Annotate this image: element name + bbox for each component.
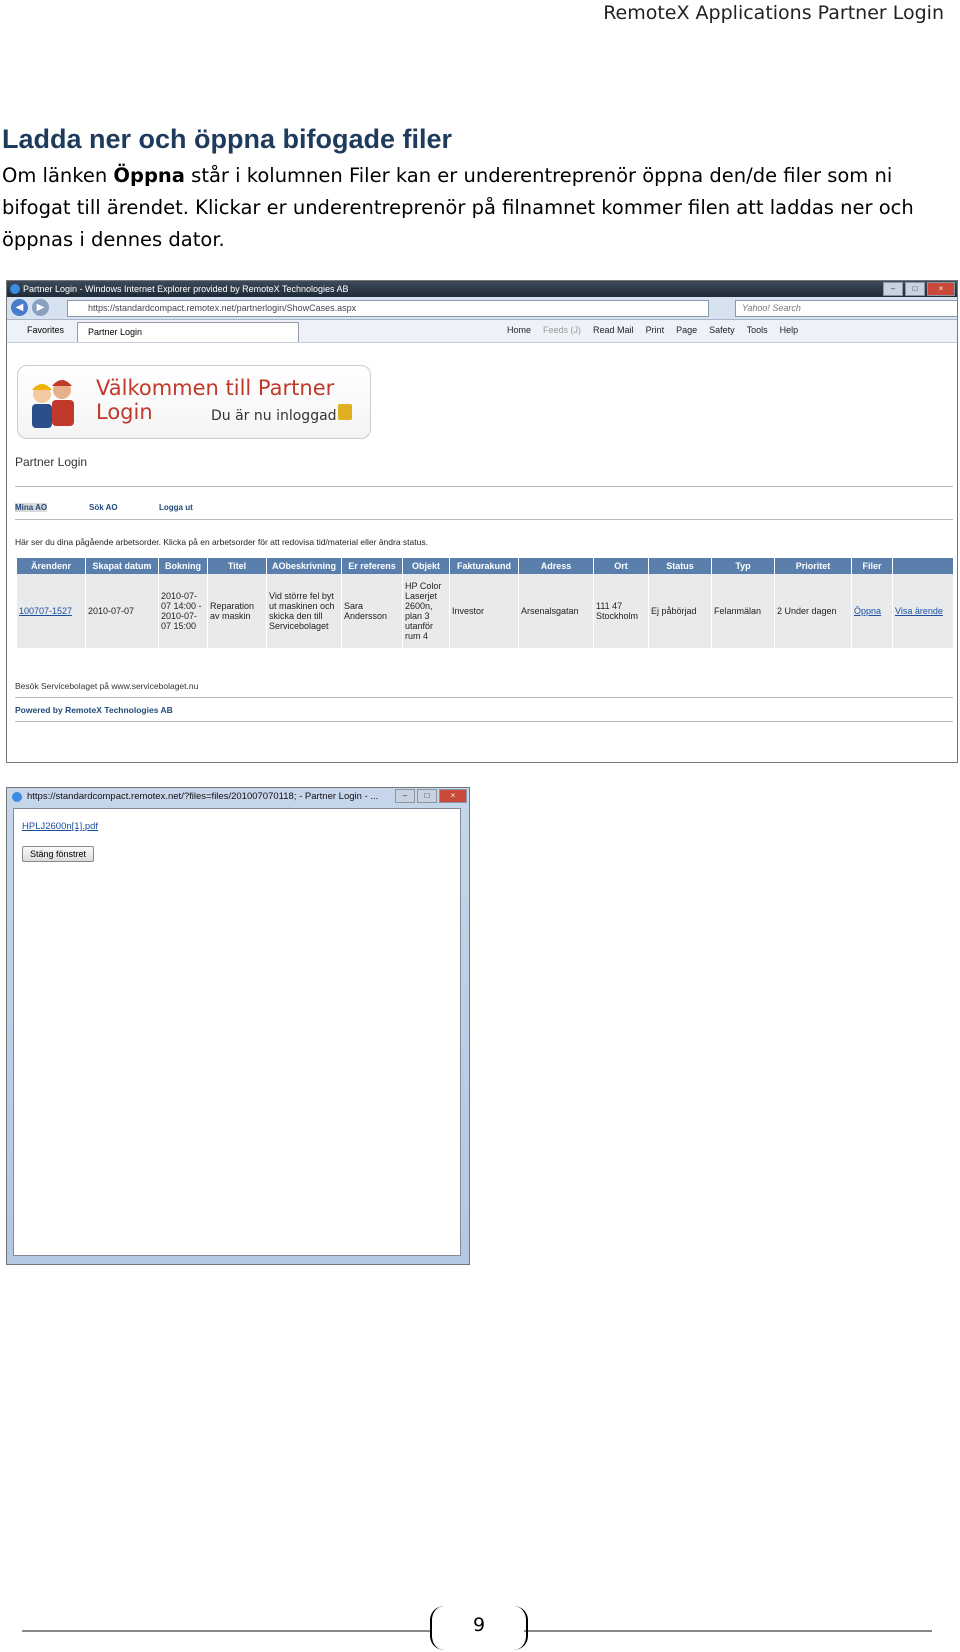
minimize-icon[interactable]: – (395, 789, 415, 803)
table-row[interactable]: 100707-1527 2010-07-07 2010-07-07 14:00 … (17, 574, 954, 648)
status-cell: Ej påbörjad (648, 574, 712, 648)
column-header: Skapat datum (85, 558, 159, 574)
close-icon[interactable]: × (927, 282, 955, 296)
object-cell: HP Color Laserjet 2600n, plan 3 utanför … (402, 574, 450, 648)
toolbar-read-mail[interactable]: Read Mail (593, 325, 634, 335)
ie-logo-icon (10, 284, 20, 294)
tab-partner-login[interactable]: Partner Login (77, 322, 299, 342)
maximize-icon[interactable]: □ (417, 789, 437, 803)
web-page-content: Välkommen till Partner Login Du är nu in… (7, 343, 957, 762)
column-header: Typ (711, 558, 775, 574)
city-cell: 111 47 Stockholm (593, 574, 649, 648)
column-header: AObeskrivning (266, 558, 342, 574)
section-heading: Ladda ner och öppna bifogade filer (2, 124, 453, 154)
case-number-link[interactable]: 100707-1527 (19, 606, 72, 616)
toolbar-safety[interactable]: Safety (709, 325, 735, 335)
workers-icon (32, 380, 74, 428)
column-header: Ort (593, 558, 649, 574)
visit-footer: Besök Servicebolaget på www.servicebolag… (15, 681, 199, 691)
popup-content: HPLJ2600n[1].pdf Stäng fönstret (13, 808, 461, 1256)
work-order-table: Ärendenr Skapat datum Bokning Titel AObe… (17, 558, 954, 648)
toolbar-tools[interactable]: Tools (747, 325, 768, 335)
reference-cell: Sara Andersson (341, 574, 403, 648)
welcome-banner: Välkommen till Partner Login Du är nu in… (17, 365, 371, 439)
command-bar: Home Feeds (J) Read Mail Print Page Safe… (507, 325, 798, 335)
address-bar-row: ◀ ▶ https://standardcompact.remotex.net/… (7, 297, 957, 320)
toolbar-help[interactable]: Help (780, 325, 799, 335)
column-header: Filer (851, 558, 893, 574)
title-cell: Reparation av maskin (207, 574, 267, 648)
page-number: 9 (472, 1614, 486, 1636)
back-arrow-icon[interactable]: ◀ (11, 299, 28, 316)
window-controls: – □ × (395, 789, 467, 803)
logged-in-text: Du är nu inloggad (211, 408, 337, 424)
paragraph-text-start: Om länken (2, 164, 114, 187)
created-cell: 2010-07-07 (85, 574, 159, 648)
document-header: RemoteX Applications Partner Login (603, 2, 944, 24)
favorites-button[interactable]: Favorites (27, 325, 64, 335)
address-cell: Arsenalsgatan (518, 574, 594, 648)
type-cell: Felanmälan (711, 574, 775, 648)
column-header (892, 558, 954, 574)
body-paragraph: Om länken Öppna står i kolumnen Filer ka… (2, 160, 942, 256)
file-popup-window: https://standardcompact.remotex.net/?fil… (6, 787, 470, 1265)
browser-window-screenshot: Partner Login - Windows Internet Explore… (6, 280, 958, 763)
page-subtitle: Partner Login (15, 455, 88, 469)
menu-search-orders[interactable]: Sök AO (89, 503, 118, 512)
pdf-file-link[interactable]: HPLJ2600n[1].pdf (22, 821, 98, 832)
menu-logout[interactable]: Logga ut (159, 503, 193, 512)
divider (15, 721, 953, 722)
divider (15, 519, 953, 520)
priority-cell: 2 Under dagen (774, 574, 852, 648)
column-header: Fakturakund (449, 558, 519, 574)
maximize-icon[interactable]: □ (905, 282, 925, 296)
popup-title-bar: https://standardcompact.remotex.net/?fil… (7, 788, 469, 806)
forward-arrow-icon[interactable]: ▶ (32, 299, 49, 316)
footer-rule-left (22, 1630, 430, 1632)
paragraph-bold-word: Öppna (113, 164, 185, 187)
browser-title-bar: Partner Login - Windows Internet Explore… (7, 281, 957, 297)
close-icon[interactable]: × (439, 789, 467, 803)
column-header: Prioritet (774, 558, 852, 574)
column-header: Er referens (341, 558, 403, 574)
browser-title: Partner Login - Windows Internet Explore… (23, 284, 349, 294)
footer-rule-right (524, 1630, 932, 1632)
column-header: Titel (207, 558, 267, 574)
open-files-link[interactable]: Öppna (854, 606, 881, 616)
divider (15, 486, 953, 487)
column-header: Ärendenr (17, 558, 86, 574)
column-header: Bokning (158, 558, 208, 574)
close-window-button[interactable]: Stäng fönstret (22, 846, 94, 862)
info-text: Här ser du dina pågående arbetsorder. Kl… (15, 537, 428, 547)
column-header: Objekt (402, 558, 450, 574)
table-header-row: Ärendenr Skapat datum Bokning Titel AObe… (17, 558, 954, 574)
column-header: Status (648, 558, 712, 574)
address-input[interactable]: https://standardcompact.remotex.net/part… (67, 300, 709, 317)
description-cell: Vid större fel byt ut maskinen och skick… (266, 574, 342, 648)
powered-by-footer: Powered by RemoteX Technologies AB (15, 705, 173, 715)
divider (15, 697, 953, 698)
popup-title: https://standardcompact.remotex.net/?fil… (27, 791, 379, 802)
lock-icon (338, 404, 352, 420)
window-controls: – □ × (883, 282, 955, 296)
view-case-link[interactable]: Visa ärende (895, 606, 943, 616)
column-header: Adress (518, 558, 594, 574)
toolbar-print[interactable]: Print (646, 325, 665, 335)
toolbar-feeds[interactable]: Feeds (J) (543, 325, 581, 335)
menu-my-orders[interactable]: Mina AO (15, 503, 48, 512)
minimize-icon[interactable]: – (883, 282, 903, 296)
favorites-bar: Favorites Partner Login Home Feeds (J) R… (7, 320, 957, 343)
toolbar-page[interactable]: Page (676, 325, 697, 335)
search-input[interactable]: Yahoo! Search (735, 300, 957, 317)
ie-logo-icon (12, 792, 22, 802)
booking-cell: 2010-07-07 14:00 - 2010-07-07 15:00 (158, 574, 208, 648)
invoice-customer-cell: Investor (449, 574, 519, 648)
toolbar-home[interactable]: Home (507, 325, 531, 335)
